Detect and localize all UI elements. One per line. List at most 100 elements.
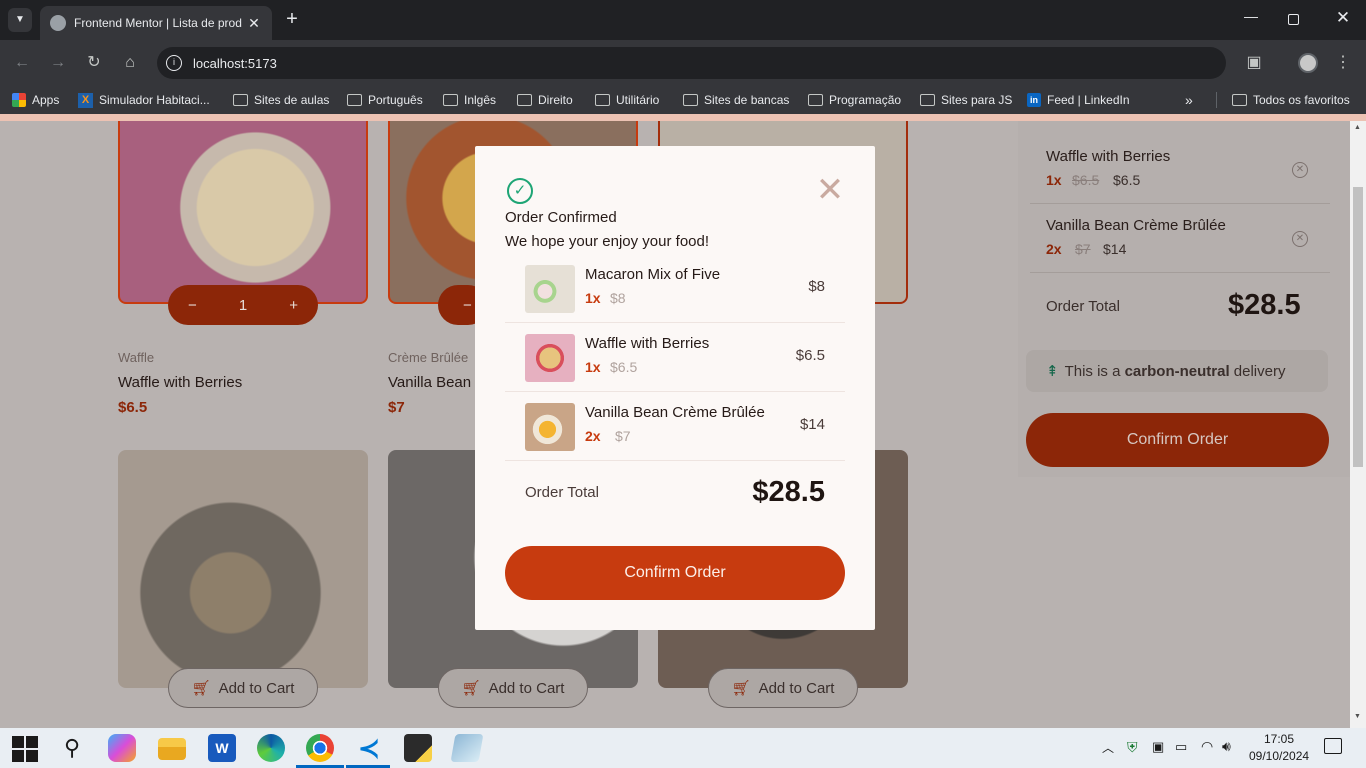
forward-icon[interactable]: →: [45, 50, 71, 76]
security-shield-icon[interactable]: ⛨: [1127, 739, 1138, 756]
waffle-thumbnail: [525, 334, 575, 382]
app-icon[interactable]: [450, 734, 484, 762]
product-image-waffle: [118, 121, 368, 304]
page-scrollbar[interactable]: ▲ ▼: [1350, 121, 1366, 728]
show-hidden-icons-chevron-icon[interactable]: ︿: [1102, 739, 1114, 756]
bookmark-folder-programacao[interactable]: Programação: [808, 86, 901, 114]
copilot-icon[interactable]: [108, 734, 136, 762]
cart-icon: 🛒︎: [191, 680, 211, 697]
order-item-total: $6.5: [795, 347, 825, 364]
folder-icon: [683, 94, 698, 106]
bookmark-simulador[interactable]: X Simulador Habitaci...: [78, 86, 210, 114]
profile-avatar[interactable]: [1298, 53, 1318, 73]
bookmark-apps[interactable]: Apps: [12, 86, 59, 114]
scrollbar-thumb[interactable]: [1353, 187, 1363, 467]
carbon-neutral-note: ⇞ This is a carbon-neutral delivery: [1026, 350, 1328, 392]
bookmark-folder-sites-de-aulas[interactable]: Sites de aulas: [233, 86, 329, 114]
bookmark-folder-sites-para-js[interactable]: Sites para JS: [920, 86, 1012, 114]
linkedin-icon: in: [1027, 93, 1041, 107]
volume-icon[interactable]: 🔊︎: [1222, 738, 1231, 755]
clock-time[interactable]: 17:05: [1264, 732, 1294, 746]
cart-item: Waffle with Berries 1x $6.5 $6.5 ✕: [1030, 136, 1330, 204]
order-item-qty: 1x: [585, 290, 601, 306]
browser-tab[interactable]: Frontend Mentor | Lista de prod ✕: [40, 6, 272, 40]
bookmark-folder-utilitario[interactable]: Utilitário: [595, 86, 659, 114]
new-tab-button[interactable]: +: [282, 8, 302, 32]
restore-button[interactable]: [1288, 14, 1299, 25]
word-icon[interactable]: W: [208, 734, 236, 762]
remove-item-icon[interactable]: ✕: [1292, 162, 1308, 178]
bookmark-linkedin[interactable]: in Feed | LinkedIn: [1027, 86, 1130, 114]
bookmark-all-favorites[interactable]: Todos os favoritos: [1232, 86, 1350, 114]
creme-brulee-thumbnail: [525, 403, 575, 451]
increment-button[interactable]: +: [289, 297, 298, 314]
order-item-total: $14: [799, 416, 825, 433]
quantity-stepper[interactable]: − 1 +: [168, 285, 318, 325]
cart-item-qty: 1x: [1046, 172, 1062, 188]
tab-search-button[interactable]: ▼: [8, 8, 32, 32]
product-category: Crème Brûlée: [388, 350, 469, 365]
battery-icon[interactable]: ▭: [1175, 739, 1187, 755]
sticky-notes-icon[interactable]: [404, 734, 432, 762]
url-text: localhost:5173: [193, 55, 277, 71]
search-icon[interactable]: ⚲: [58, 734, 86, 762]
cart-icon: 🛒︎: [731, 680, 751, 697]
more-bookmarks-chevron-icon[interactable]: »: [1185, 86, 1193, 114]
minimize-button[interactable]: —: [1236, 8, 1266, 32]
bookmark-folder-portugues[interactable]: Português: [347, 86, 423, 114]
remove-item-icon[interactable]: ✕: [1292, 231, 1308, 247]
menu-icon[interactable]: ⋮: [1330, 50, 1356, 76]
site-info-icon[interactable]: i: [166, 55, 182, 71]
product-name: Waffle with Berries: [118, 374, 243, 391]
macaron-thumbnail: [525, 265, 575, 313]
tab-favicon-icon: [50, 15, 66, 31]
start-windows-icon[interactable]: [12, 736, 38, 762]
add-to-cart-button[interactable]: 🛒︎ Add to Cart: [438, 668, 588, 708]
bookmark-folder-direito[interactable]: Direito: [517, 86, 573, 114]
add-to-cart-button[interactable]: 🛒︎ Add to Cart: [168, 668, 318, 708]
order-item-name: Vanilla Bean Crème Brûlée: [585, 404, 765, 421]
order-item-unit-price: $7: [615, 428, 631, 444]
tab-close-icon[interactable]: ✕: [246, 15, 262, 32]
cart-total-value: $28.5: [1228, 289, 1301, 321]
cart-item-name: Waffle with Berries: [1046, 148, 1171, 165]
scroll-down-arrow[interactable]: ▼: [1354, 713, 1361, 720]
order-item-total: $8: [808, 278, 825, 295]
chrome-icon[interactable]: [306, 734, 334, 762]
product-category: Waffle: [118, 350, 155, 365]
clock-date[interactable]: 09/10/2024: [1249, 749, 1309, 763]
bookmark-folder-ingles[interactable]: Inlgês: [443, 86, 496, 114]
folder-icon: [233, 94, 248, 106]
bookmark-folder-sites-de-bancas[interactable]: Sites de bancas: [683, 86, 789, 114]
page-top-edge: [0, 114, 1366, 121]
file-explorer-icon[interactable]: [158, 738, 186, 760]
close-modal-icon[interactable]: ✕: [814, 171, 846, 209]
home-icon[interactable]: ⌂: [117, 50, 143, 76]
meet-now-icon[interactable]: ▣: [1152, 739, 1164, 755]
vscode-icon[interactable]: ≺: [355, 734, 383, 762]
cart-item-total: $14: [1103, 241, 1127, 257]
order-confirmed-modal: ✓ ✕ Order Confirmed We hope your enjoy y…: [475, 146, 875, 630]
cart-confirm-button[interactable]: Confirm Order: [1026, 413, 1329, 467]
back-icon[interactable]: ←: [9, 50, 35, 76]
cart-item: Vanilla Bean Crème Brûlée 2x $7 $14 ✕: [1030, 205, 1330, 273]
notifications-icon[interactable]: [1324, 738, 1342, 754]
bookmarks-divider: [1216, 92, 1217, 108]
scroll-up-arrow[interactable]: ▲: [1354, 124, 1361, 131]
add-to-cart-button[interactable]: 🛒︎ Add to Cart: [708, 668, 858, 708]
close-window-button[interactable]: ✕: [1330, 8, 1356, 32]
extensions-icon[interactable]: ▣: [1241, 50, 1267, 76]
apps-grid-icon: [12, 93, 26, 107]
edge-icon[interactable]: [257, 734, 285, 762]
confirm-order-button[interactable]: Confirm Order: [505, 546, 845, 600]
wifi-icon[interactable]: ◠: [1201, 738, 1213, 755]
reload-icon[interactable]: ↻: [81, 50, 107, 76]
decrement-button[interactable]: −: [188, 297, 197, 314]
order-item-qty: 2x: [585, 428, 601, 444]
tree-icon: ⇞: [1046, 363, 1059, 380]
folder-icon: [920, 94, 935, 106]
order-total-value: $28.5: [752, 476, 825, 508]
folder-icon: [1232, 94, 1247, 106]
product-image-tiramisu: [118, 450, 368, 688]
address-bar[interactable]: i localhost:5173: [157, 47, 1226, 79]
